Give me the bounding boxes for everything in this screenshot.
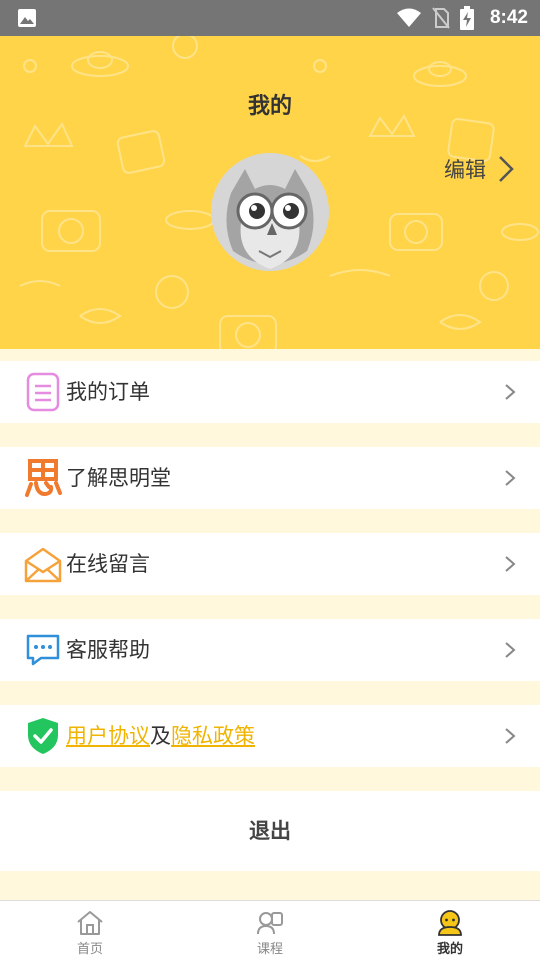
no-sim-icon [432,7,450,29]
chevron-right-icon [505,556,516,572]
chevron-right-icon [505,470,516,486]
menu-item-my-orders[interactable]: 我的订单 [0,361,540,423]
chevron-right-icon [505,384,516,400]
menu-item-customer-help[interactable]: 客服帮助 [0,619,540,681]
chevron-right-icon [505,642,516,658]
shield-check-icon [24,716,62,756]
chevron-right-icon [499,156,514,182]
nav-label: 首页 [76,942,103,957]
wifi-icon [396,8,421,27]
chevron-right-icon [505,728,516,744]
bottom-nav: 首页 课程 我的 [0,900,540,960]
menu-item-agreement: 用户协议及隐私政策 [0,705,540,767]
nav-item-course[interactable]: 课程 [180,901,360,960]
nav-item-mine[interactable]: 我的 [360,901,540,960]
menu-item-label: 客服帮助 [66,638,150,662]
menu-item-label: 在线留言 [66,552,150,576]
menu-item-about[interactable]: 了解思明堂 [0,447,540,509]
clock-time: 8:42 [489,7,528,28]
nav-label: 课程 [256,942,283,957]
user-agreement-link[interactable]: 用户协议 [66,724,150,748]
envelope-icon [24,544,62,584]
owl-avatar-icon [211,153,329,271]
menu-item-label: 我的订单 [66,380,150,404]
edit-label: 编辑 [444,158,486,182]
logout-button[interactable]: 退出 [0,791,540,871]
avatar[interactable] [211,153,329,271]
image-icon [18,9,36,27]
chat-bubble-icon [24,630,62,670]
status-bar: 8:42 [0,0,540,36]
profile-icon [438,910,462,936]
profile-header: 我的 编辑 [0,36,540,349]
si-logo-icon [24,458,62,498]
agreement-joiner: 及 [150,724,171,748]
menu-item-online-message[interactable]: 在线留言 [0,533,540,595]
order-list-icon [24,372,62,412]
edit-profile-button[interactable]: 编辑 [444,154,514,184]
nav-item-home[interactable]: 首页 [0,901,180,960]
page-title: 我的 [247,94,292,119]
course-icon [257,912,283,935]
nav-label: 我的 [436,942,463,957]
battery-charging-icon [459,6,474,30]
home-icon [77,911,103,935]
privacy-policy-link[interactable]: 隐私政策 [171,724,255,748]
agreement-text: 用户协议及隐私政策 [66,705,255,767]
menu-item-label: 了解思明堂 [66,466,171,490]
